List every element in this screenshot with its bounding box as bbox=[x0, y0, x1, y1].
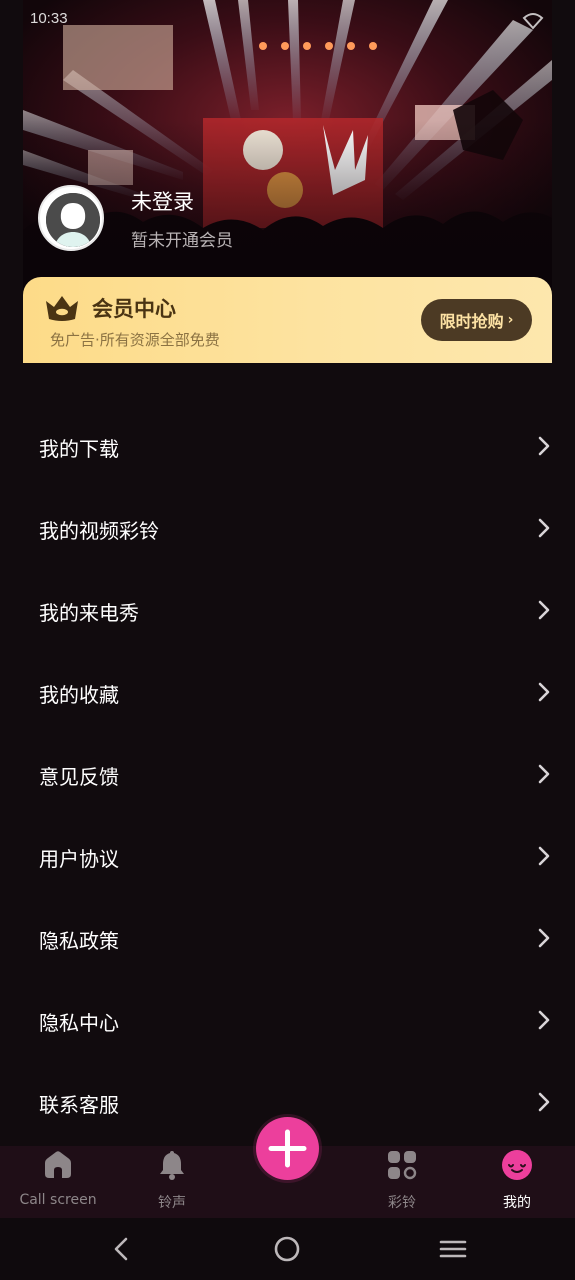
system-nav-bar bbox=[0, 1218, 575, 1280]
plus-icon bbox=[268, 1129, 307, 1168]
crown-icon bbox=[46, 296, 78, 321]
nav-item-color-ringtones[interactable]: 彩铃 bbox=[360, 1146, 444, 1218]
profile-screen: 10:33 未登录 暂未开通会员 会员中心 免广告·所有资源全部免费 限时抢购 … bbox=[0, 0, 575, 1280]
nav-item-call-screen[interactable]: Call screen bbox=[6, 1146, 110, 1218]
menu-item-favorites[interactable]: 我的收藏 bbox=[0, 651, 575, 733]
limited-offer-button[interactable]: 限时抢购 › bbox=[421, 299, 532, 341]
default-avatar-icon bbox=[46, 193, 100, 247]
chevron-right-icon bbox=[538, 600, 550, 620]
avatar[interactable] bbox=[38, 185, 104, 251]
menu-item-label: 我的下载 bbox=[39, 437, 119, 461]
nav-item-mine[interactable]: 我的 bbox=[475, 1146, 559, 1218]
menu-item-call-show[interactable]: 我的来电秀 bbox=[0, 569, 575, 651]
status-bar: 10:33 bbox=[0, 0, 575, 40]
chevron-right-icon: › bbox=[507, 312, 514, 328]
grid-icon bbox=[388, 1151, 417, 1180]
menu-item-label: 我的收藏 bbox=[39, 683, 119, 707]
create-button[interactable] bbox=[256, 1117, 319, 1180]
menu-item-downloads[interactable]: 我的下载 bbox=[0, 405, 575, 487]
chevron-right-icon bbox=[538, 1092, 550, 1112]
home-icon bbox=[45, 1151, 71, 1178]
menu-item-user-agreement[interactable]: 用户协议 bbox=[0, 815, 575, 897]
status-time: 10:33 bbox=[30, 10, 68, 27]
nav-item-ringtones[interactable]: 铃声 bbox=[130, 1146, 214, 1218]
menu-item-privacy-center[interactable]: 隐私中心 bbox=[0, 979, 575, 1061]
vip-subtitle: 免广告·所有资源全部免费 bbox=[50, 331, 220, 349]
menu-item-label: 我的来电秀 bbox=[39, 601, 139, 625]
smiley-icon bbox=[502, 1150, 532, 1180]
back-icon[interactable] bbox=[107, 1234, 137, 1264]
banner-shade bbox=[23, 0, 552, 300]
menu-item-privacy-policy[interactable]: 隐私政策 bbox=[0, 897, 575, 979]
menu-item-video-ringtones[interactable]: 我的视频彩铃 bbox=[0, 487, 575, 569]
chevron-right-icon bbox=[538, 682, 550, 702]
menu-list: 我的下载 我的视频彩铃 我的来电秀 我的收藏 意见反馈 用户协议 隐私政策 隐私… bbox=[0, 405, 575, 1143]
chevron-right-icon bbox=[538, 846, 550, 866]
vip-title: 会员中心 bbox=[92, 297, 176, 321]
bell-icon bbox=[160, 1151, 184, 1180]
menu-item-label: 用户协议 bbox=[39, 847, 119, 871]
menu-item-label: 我的视频彩铃 bbox=[39, 519, 159, 543]
nav-label: 我的 bbox=[503, 1195, 531, 1211]
user-name[interactable]: 未登录 bbox=[131, 186, 194, 216]
home-circle-icon[interactable] bbox=[272, 1234, 302, 1264]
menu-item-feedback[interactable]: 意见反馈 bbox=[0, 733, 575, 815]
menu-item-label: 隐私政策 bbox=[39, 929, 119, 953]
menu-item-label: 意见反馈 bbox=[39, 765, 119, 789]
nav-label: 铃声 bbox=[158, 1195, 186, 1211]
menu-lines-icon[interactable] bbox=[438, 1234, 468, 1264]
header-banner bbox=[23, 0, 552, 300]
menu-item-label: 联系客服 bbox=[39, 1093, 119, 1117]
menu-item-label: 隐私中心 bbox=[39, 1011, 119, 1035]
chevron-right-icon bbox=[538, 436, 550, 456]
chevron-right-icon bbox=[538, 764, 550, 784]
nav-label: Call screen bbox=[19, 1192, 97, 1208]
limited-offer-label: 限时抢购 bbox=[439, 312, 504, 331]
chevron-right-icon bbox=[538, 518, 550, 538]
membership-status: 暂未开通会员 bbox=[131, 231, 233, 251]
wifi-icon bbox=[522, 13, 544, 30]
chevron-right-icon bbox=[538, 1010, 550, 1030]
chevron-right-icon bbox=[538, 928, 550, 948]
vip-card[interactable]: 会员中心 免广告·所有资源全部免费 限时抢购 › bbox=[23, 277, 552, 363]
nav-label: 彩铃 bbox=[388, 1195, 416, 1211]
